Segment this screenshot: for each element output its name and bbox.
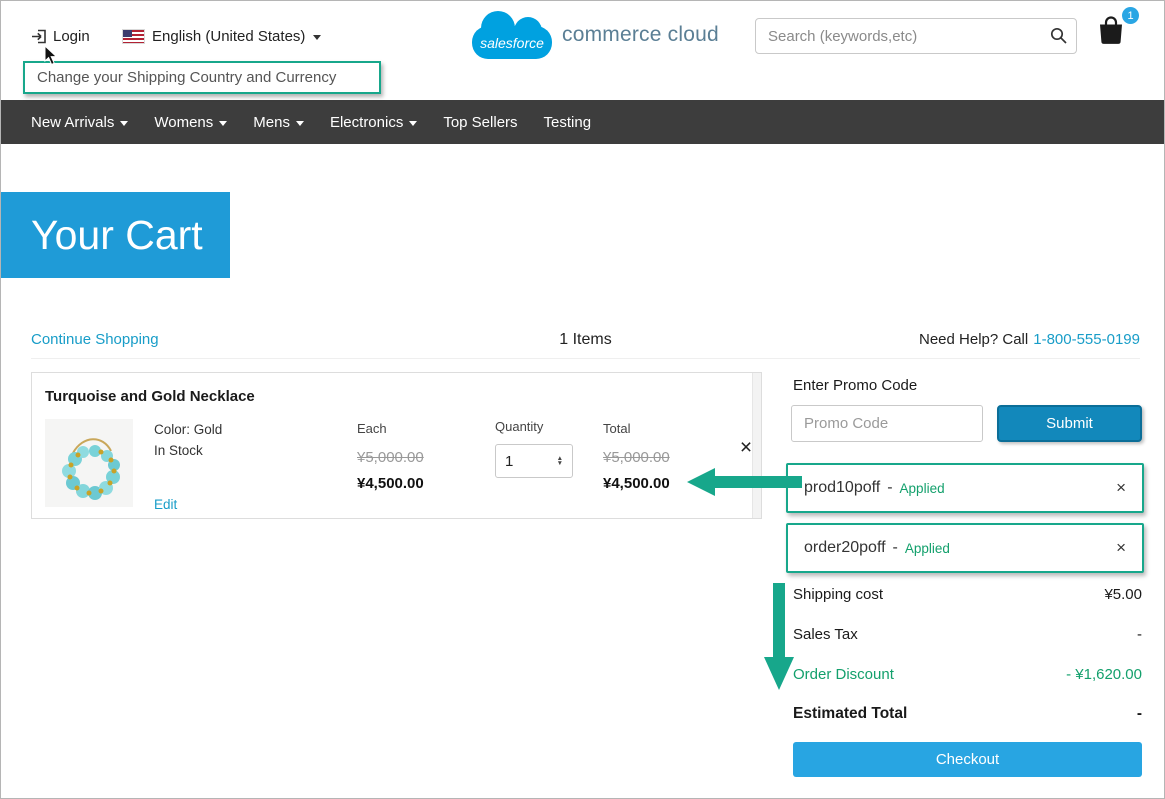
each-sale-price: ¥4,500.00 [357,475,424,492]
item-attributes: Color: Gold In Stock Edit [154,422,222,512]
nav-item-electronics[interactable]: Electronics [330,114,417,131]
cart-topbar: Continue Shopping 1 Items Need Help? Cal… [31,321,1140,359]
necklace-image [45,419,133,507]
shipping-cost-value: ¥5.00 [1104,586,1142,603]
sales-tax-label: Sales Tax [793,626,858,643]
estimated-total-label: Estimated Total [793,705,907,723]
promo-submit-button[interactable]: Submit [997,405,1142,442]
total-sale-price: ¥4,500.00 [603,475,670,492]
nav-item-top-sellers[interactable]: Top Sellers [443,114,517,131]
page-title-banner: Your Cart [1,192,230,278]
estimated-total-row: Estimated Total - [793,705,1142,723]
stock-status: In Stock [154,443,222,458]
chevron-down-icon [409,121,417,126]
nav-item-testing[interactable]: Testing [544,114,592,131]
quantity-column: Quantity 1 ▲▼ [495,419,573,478]
items-count: 1 Items [559,331,611,349]
page-title: Your Cart [31,212,203,259]
annotation-arrow-down [763,583,795,691]
order-discount-value: - ¥1,620.00 [1066,666,1142,683]
quantity-value: 1 [505,453,513,470]
applied-promo-prod10poff: prod10poff - Applied × [786,463,1144,513]
total-label: Total [603,421,670,436]
us-flag-icon [123,30,144,43]
locale-selector[interactable]: English (United States) [123,28,321,45]
each-price-column: Each ¥5,000.00 ¥4,500.00 [357,421,424,492]
product-image[interactable] [45,419,133,507]
annotation-arrow-left [687,465,802,499]
promo-status: Applied [905,541,950,556]
help-text: Need Help? Call [919,331,1028,348]
header: Login English (United States) Change you… [1,1,1164,100]
search-icon[interactable] [1050,27,1067,44]
salesforce-wordmark: salesforce [472,35,552,51]
order-discount-label: Order Discount [793,666,894,683]
shipping-cost-row: Shipping cost ¥5.00 [793,586,1142,603]
nav-item-mens[interactable]: Mens [253,114,304,131]
continue-shopping-link[interactable]: Continue Shopping [31,331,159,348]
nav-item-label: Top Sellers [443,114,517,131]
storefront-page: Login English (United States) Change you… [0,0,1165,799]
total-price-column: Total ¥5,000.00 ¥4,500.00 [603,421,670,492]
total-original-price: ¥5,000.00 [603,449,670,466]
commerce-cloud-wordmark: commerce cloud [562,23,719,47]
estimated-total-value: - [1137,705,1142,723]
logo[interactable]: salesforce commerce cloud [472,9,719,61]
quantity-label: Quantity [495,419,573,434]
quantity-select[interactable]: 1 ▲▼ [495,444,573,478]
sales-tax-row: Sales Tax - [793,626,1142,643]
promo-status: Applied [900,481,945,496]
cart-summary: Enter Promo Code Submit prod10poff - App… [791,371,1142,791]
cart-count-badge: 1 [1122,7,1139,24]
mouse-cursor [44,45,59,66]
nav-item-label: Electronics [330,114,403,131]
order-discount-row: Order Discount - ¥1,620.00 [793,666,1142,683]
each-label: Each [357,421,424,436]
remove-promo-button[interactable]: × [1116,478,1126,498]
promo-title: Enter Promo Code [793,377,917,394]
shipping-cost-label: Shipping cost [793,586,883,603]
need-help: Need Help? Call 1-800-555-0199 [919,331,1140,348]
sales-tax-value: - [1137,626,1142,643]
chevron-down-icon [296,121,304,126]
nav-item-label: Testing [544,114,592,131]
login-icon [31,29,47,44]
promo-code-input[interactable] [791,405,983,442]
chevron-down-icon [120,121,128,126]
cart-item-card: Turquoise and Gold Necklace Color: Gold [31,372,762,519]
callout-text: Change your Shipping Country and Currenc… [37,69,336,86]
chevron-down-icon [219,121,227,126]
remove-promo-button[interactable]: × [1116,538,1126,558]
main-nav: New Arrivals Womens Mens Electronics Top… [1,100,1164,144]
nav-item-new-arrivals[interactable]: New Arrivals [31,114,128,131]
search-box [755,18,1077,54]
login-label: Login [53,28,90,45]
applied-promo-order20poff: order20poff - Applied × [786,523,1144,573]
nav-item-label: Womens [154,114,213,131]
salesforce-logo: salesforce [472,9,552,61]
promo-code: order20poff [804,539,886,557]
checkout-button[interactable]: Checkout [793,742,1142,777]
search-input[interactable] [755,18,1077,54]
promo-separator: - [893,539,898,557]
login-link[interactable]: Login [31,28,90,45]
locale-label: English (United States) [152,28,305,45]
promo-form: Submit [791,405,1142,442]
minicart-link[interactable]: 1 [1095,15,1131,49]
promo-code: prod10poff [804,479,880,497]
shipping-country-callout: Change your Shipping Country and Currenc… [23,61,381,94]
nav-item-label: Mens [253,114,290,131]
nav-item-label: New Arrivals [31,114,114,131]
flag-canton [123,30,132,37]
edit-item-link[interactable]: Edit [154,497,177,512]
nav-item-womens[interactable]: Womens [154,114,227,131]
help-phone-link[interactable]: 1-800-555-0199 [1033,331,1140,348]
color-attribute: Color: Gold [154,422,222,437]
chevron-down-icon [313,35,321,40]
stepper-arrows-icon: ▲▼ [557,456,563,467]
promo-separator: - [887,479,892,497]
product-name: Turquoise and Gold Necklace [45,388,255,405]
each-original-price: ¥5,000.00 [357,449,424,466]
